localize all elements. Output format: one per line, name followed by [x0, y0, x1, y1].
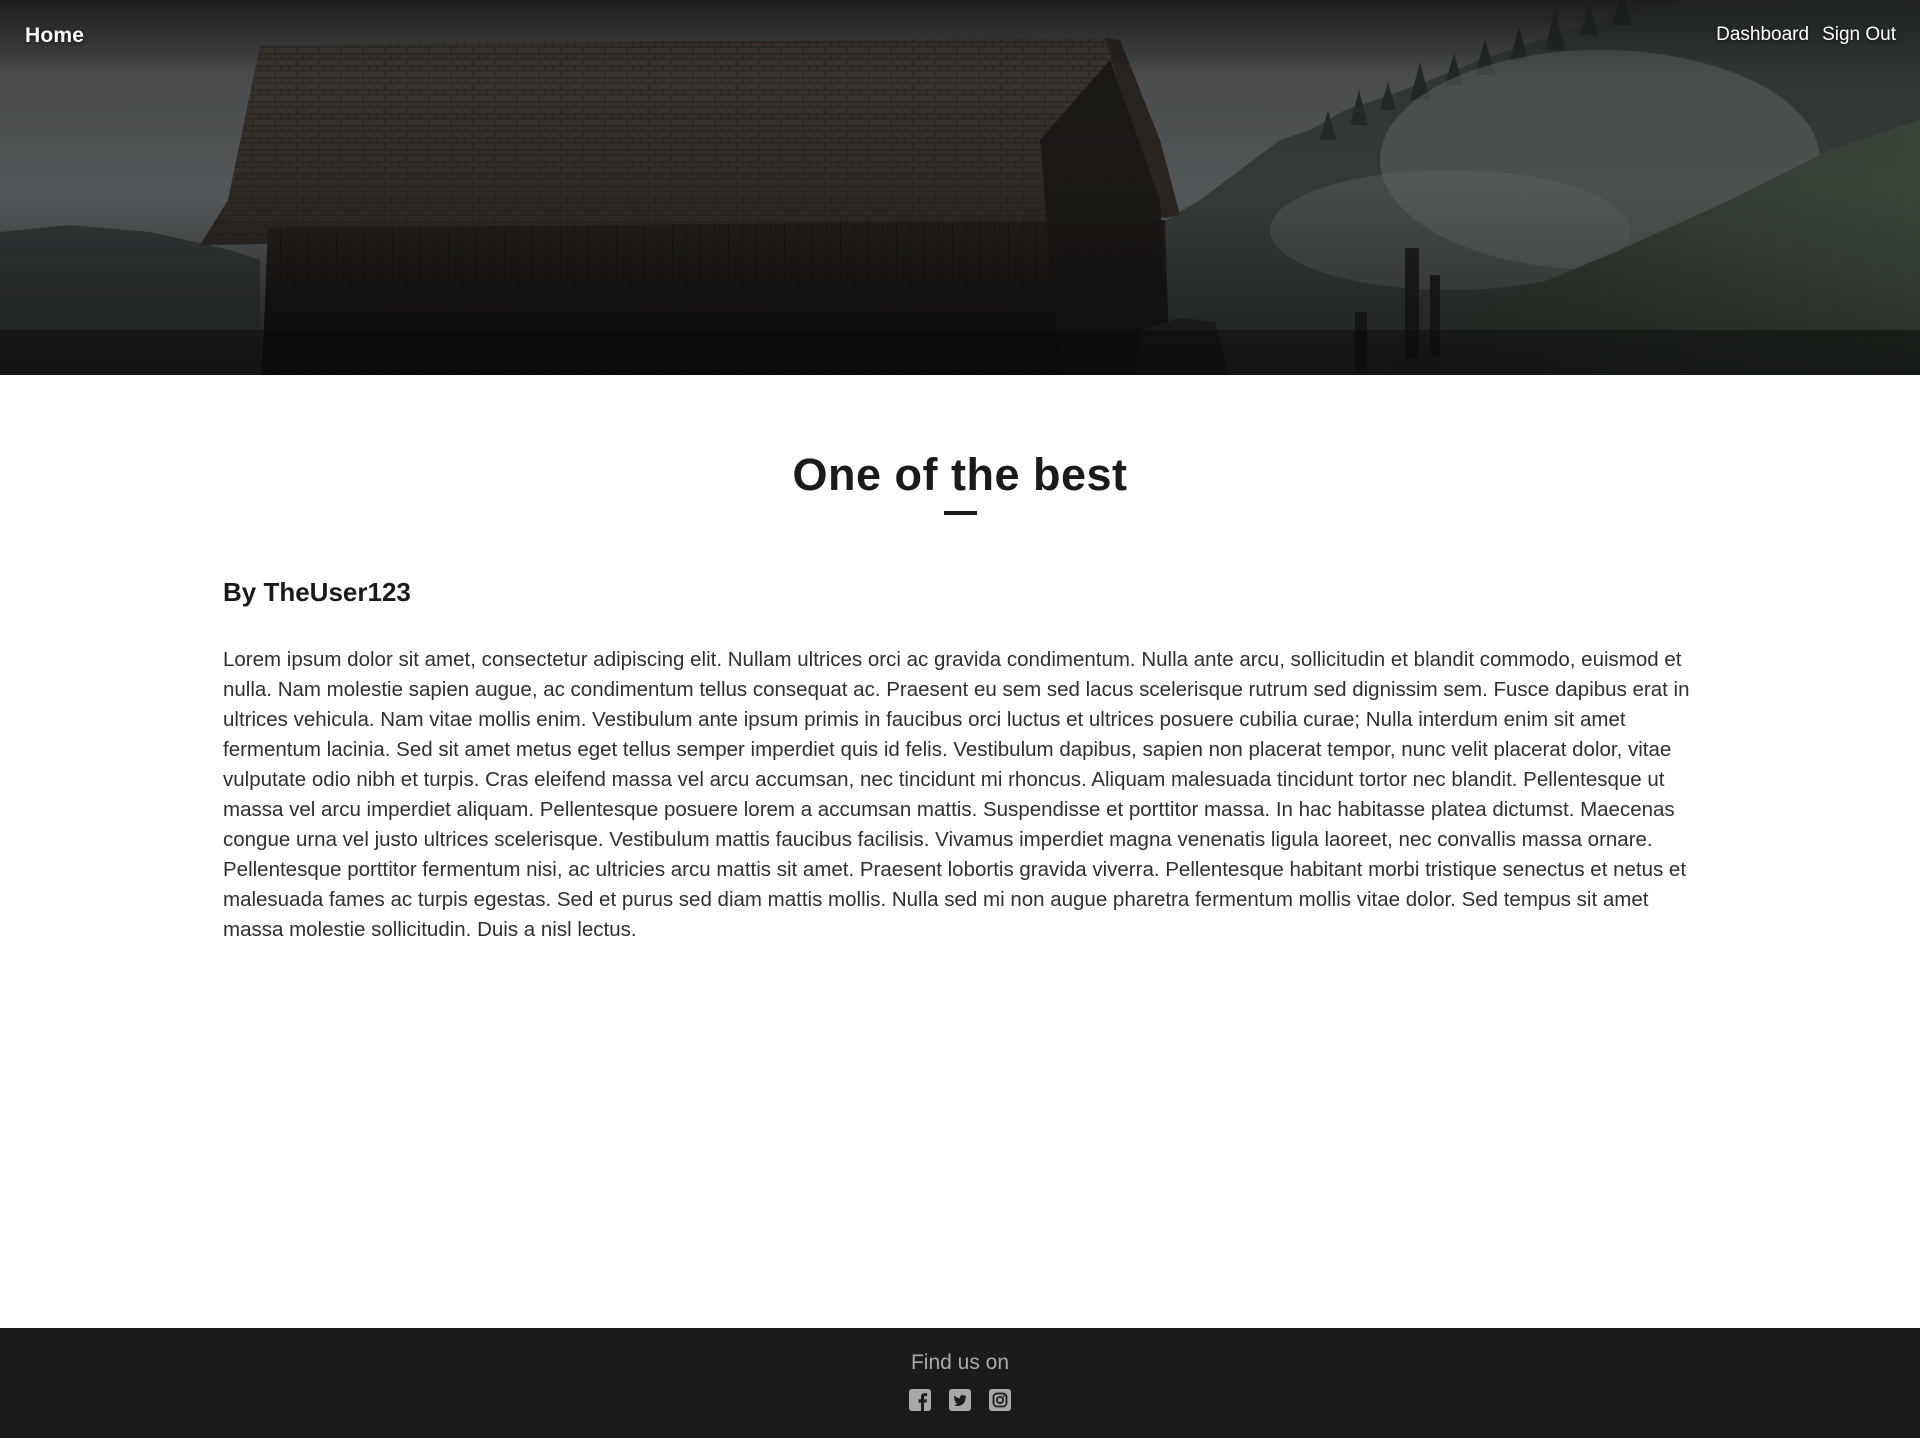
nav-home-link[interactable]: Home: [25, 24, 84, 48]
instagram-link[interactable]: [989, 1389, 1011, 1411]
facebook-link[interactable]: [909, 1389, 931, 1411]
post-title: One of the best: [792, 449, 1128, 500]
twitter-icon: [949, 1389, 971, 1411]
hero-banner: Home Dashboard Sign Out: [0, 0, 1920, 375]
post-author: By TheUser123: [223, 577, 411, 607]
post-body: Lorem ipsum dolor sit amet, consectetur …: [223, 648, 1690, 941]
nav-dashboard-link[interactable]: Dashboard: [1716, 24, 1809, 46]
facebook-icon: [909, 1389, 931, 1411]
nav-sign-out-link[interactable]: Sign Out: [1822, 24, 1896, 46]
twitter-link[interactable]: [949, 1389, 971, 1411]
footer-label: Find us on: [910, 1351, 1010, 1374]
instagram-icon: [989, 1389, 1011, 1411]
title-divider: [944, 511, 977, 515]
hero-overlay: [0, 0, 1920, 375]
footer: Find us on: [0, 1328, 1920, 1438]
social-links: [0, 1389, 1920, 1411]
top-nav: Dashboard Sign Out: [1716, 24, 1896, 46]
